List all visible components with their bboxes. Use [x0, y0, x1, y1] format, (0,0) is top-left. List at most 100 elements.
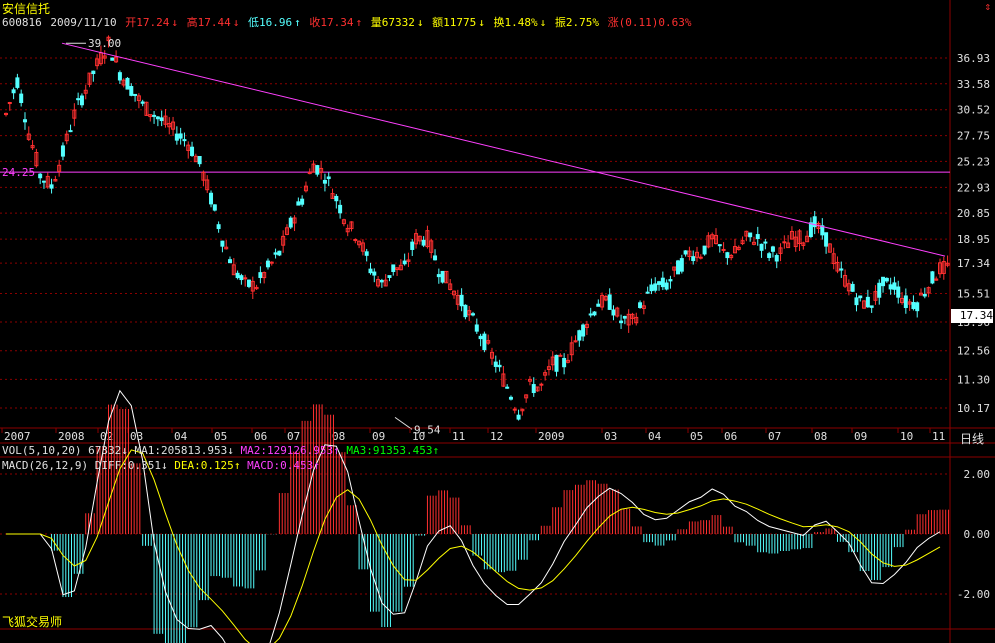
candle-body — [212, 204, 217, 211]
candle-body — [755, 234, 760, 240]
price-tick-label: 30.52 — [957, 104, 990, 117]
candle-body — [471, 313, 475, 316]
time-axis-label: 11 — [452, 430, 465, 443]
candle-body — [676, 260, 681, 275]
candle-body — [915, 302, 920, 312]
macd-tick-label: 0.00 — [964, 528, 991, 541]
price-tick-label: 27.75 — [957, 130, 990, 143]
candle-body — [421, 239, 426, 246]
price-tick-label: 25.23 — [957, 155, 990, 168]
candle-body — [725, 252, 730, 259]
candle-body — [596, 303, 601, 307]
candle-body — [265, 260, 270, 268]
candle-body — [182, 139, 187, 142]
candle-body — [645, 291, 650, 294]
time-axis-label: 07 — [768, 430, 781, 443]
candle-body — [15, 77, 20, 88]
candle-body — [402, 260, 407, 265]
candle-body — [577, 330, 582, 341]
candle-body — [930, 271, 935, 284]
period-day-button[interactable]: 日线 — [960, 430, 984, 447]
candle-body — [717, 244, 722, 247]
candle-body — [702, 245, 707, 255]
candle-body — [474, 324, 479, 332]
ma3-value: MA3:91353.453 — [346, 444, 433, 457]
time-axis-label: 10 — [412, 430, 425, 443]
candle-body — [152, 114, 157, 117]
candle-body — [668, 279, 673, 282]
candle-body — [850, 283, 855, 292]
candle-body — [884, 277, 889, 282]
candle-body — [482, 333, 487, 351]
time-axis-label: 06 — [254, 430, 267, 443]
dea-value: DEA:0.125 — [174, 459, 234, 472]
candle-body — [436, 274, 441, 278]
candle-body — [903, 295, 908, 309]
ma2-value: MA2:129126.953 — [240, 444, 334, 457]
candle-body — [117, 72, 122, 81]
candle-body — [493, 361, 498, 367]
candle-body — [679, 258, 684, 272]
ma1-value: MA1:205813.953 — [134, 444, 228, 457]
candle-body — [497, 364, 502, 368]
candle-body — [892, 282, 897, 290]
arrow-up-icon: ↑ — [233, 459, 241, 472]
macd-tick-label: 2.00 — [964, 468, 991, 481]
price-tick-label: 10.17 — [957, 402, 990, 415]
time-axis-label: 2008 — [58, 430, 85, 443]
candle-body — [216, 224, 221, 230]
candle-body — [869, 305, 874, 308]
candle-body — [11, 89, 16, 94]
candle-body — [767, 253, 772, 258]
candle-body — [611, 309, 616, 316]
time-axis-label: 12 — [490, 430, 503, 443]
candle-body — [770, 246, 775, 252]
candle-body — [508, 396, 513, 400]
candle-body — [463, 304, 468, 318]
arrow-up-icon: ↑ — [432, 444, 440, 457]
candle-body — [174, 133, 179, 141]
candle-body — [683, 250, 688, 255]
time-axis-label: 09 — [854, 430, 867, 443]
candle-body — [459, 294, 464, 307]
candle-body — [235, 272, 240, 279]
candle-body — [338, 204, 343, 214]
candle-body — [391, 264, 396, 273]
arrow-up-icon: ↑ — [313, 459, 320, 472]
candle-body — [22, 119, 27, 123]
candle-body — [774, 255, 779, 262]
candle-body — [228, 259, 233, 264]
candle-body — [854, 297, 859, 306]
candle-body — [246, 279, 251, 287]
candle-body — [607, 294, 612, 310]
time-axis-label: 2009 — [538, 430, 565, 443]
price-tick-label: 18.95 — [957, 233, 990, 246]
candle-body — [300, 198, 305, 205]
candle-body — [478, 335, 483, 340]
candle-body — [619, 320, 624, 324]
candle-body — [258, 272, 263, 278]
candle-body — [76, 98, 81, 101]
candle-body — [896, 286, 901, 298]
candle-body — [440, 270, 445, 283]
time-axis-label: 11 — [932, 430, 945, 443]
candle-body — [273, 252, 278, 255]
diff-value: DIFF:0.351 — [94, 459, 161, 472]
price-tick-label: 17.34 — [957, 257, 990, 270]
time-axis-label: 07 — [287, 430, 300, 443]
candle-body — [808, 222, 813, 237]
candle-body — [782, 241, 787, 244]
time-axis-label: 08 — [814, 430, 827, 443]
candle-body — [110, 57, 115, 61]
candle-body — [197, 156, 202, 165]
kline-chart[interactable]: 36.93 33.58 30.52 27.75 25.23 22.93 20.85 18.95… — [0, 0, 995, 643]
arrow-down-icon: ↓ — [227, 444, 234, 457]
candle-body — [315, 165, 320, 175]
candle-body — [858, 295, 863, 299]
candle-body — [516, 414, 521, 420]
candle-body — [531, 384, 536, 394]
candle-body — [159, 117, 164, 122]
last-price-tag: 17.34 — [951, 309, 993, 323]
candle-body — [220, 240, 225, 247]
candle-body — [41, 180, 46, 183]
